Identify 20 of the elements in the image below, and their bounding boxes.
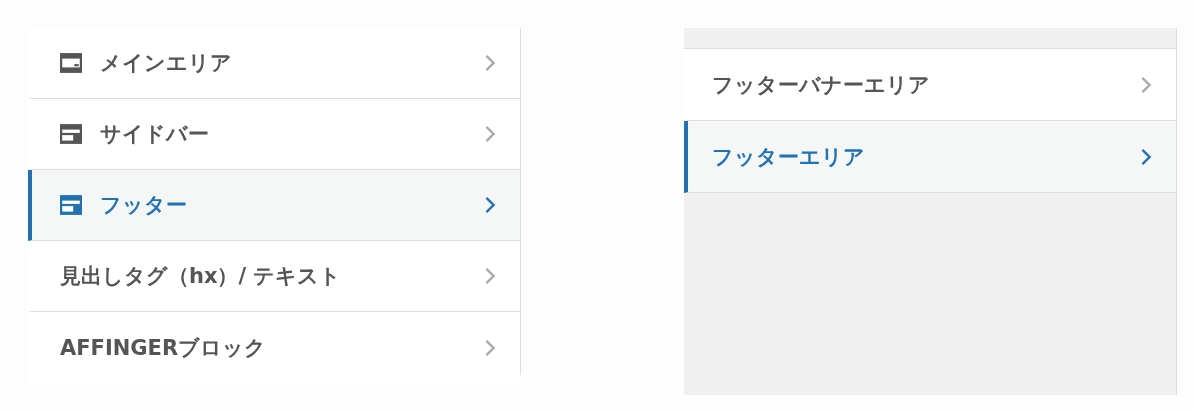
menu-item[interactable]: フッターエリア [684,121,1176,193]
menu-label: フッター [100,192,188,219]
chevron-right-icon [484,53,496,73]
layout-icon [60,124,82,144]
chevron-right-icon [484,124,496,144]
menu-item[interactable]: フッターバナーエリア [684,49,1176,121]
chevron-right-icon [484,195,496,215]
layout-icon [60,195,82,215]
menu-label: AFFINGERブロック [60,334,268,362]
menu-label: サイドバー [100,121,210,148]
chevron-right-icon [484,337,496,358]
menu-label: 見出しタグ（hx）/ テキスト [60,263,343,290]
chevron-right-icon [1140,74,1152,95]
menu-label: フッターバナーエリア [712,71,931,99]
menu-label: メインエリア [100,50,233,77]
menu-item[interactable]: フッター [28,170,520,241]
chevron-right-icon [484,266,496,286]
chevron-right-icon [1140,146,1152,167]
menu-label: フッターエリア [712,143,866,171]
layout-icon [60,53,82,73]
